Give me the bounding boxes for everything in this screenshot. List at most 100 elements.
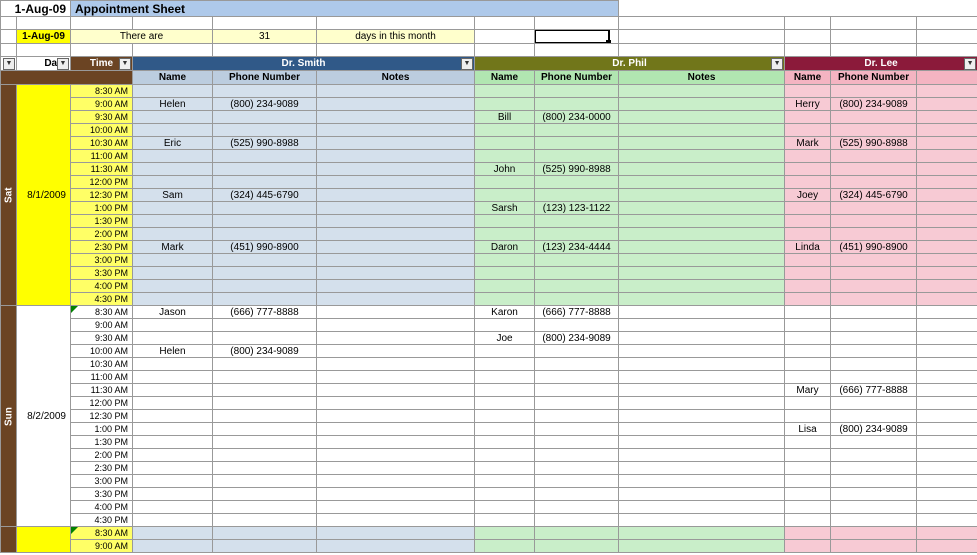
appt-phone[interactable] [535, 410, 619, 423]
appt-notes[interactable] [619, 371, 785, 384]
appt-extra[interactable] [917, 137, 977, 150]
appt-name[interactable] [785, 111, 831, 124]
appt-name[interactable] [785, 410, 831, 423]
appt-cell[interactable] [831, 527, 917, 540]
appt-notes[interactable] [619, 345, 785, 358]
appt-notes[interactable] [619, 436, 785, 449]
appt-phone[interactable] [831, 462, 917, 475]
appt-phone[interactable] [831, 397, 917, 410]
appt-phone[interactable] [831, 176, 917, 189]
appt-phone[interactable] [213, 150, 317, 163]
appt-name[interactable]: Jason [133, 306, 213, 319]
appt-phone[interactable] [213, 397, 317, 410]
appt-phone[interactable] [213, 267, 317, 280]
appt-extra[interactable] [917, 475, 977, 488]
appt-name[interactable] [133, 111, 213, 124]
appt-phone[interactable] [535, 488, 619, 501]
appt-phone[interactable] [213, 293, 317, 306]
appt-notes[interactable] [317, 358, 475, 371]
appt-name[interactable] [475, 475, 535, 488]
appt-notes[interactable] [317, 423, 475, 436]
appt-notes[interactable] [619, 397, 785, 410]
appt-name[interactable] [785, 397, 831, 410]
appt-notes[interactable] [317, 397, 475, 410]
appt-extra[interactable] [917, 163, 977, 176]
appt-phone[interactable] [213, 163, 317, 176]
appt-phone[interactable] [831, 111, 917, 124]
appt-name[interactable] [785, 449, 831, 462]
appt-name[interactable]: Joe [475, 332, 535, 345]
appt-cell[interactable] [619, 540, 785, 553]
appt-name[interactable] [475, 514, 535, 527]
appt-cell[interactable] [213, 527, 317, 540]
appt-name[interactable]: Daron [475, 241, 535, 254]
appt-phone[interactable] [831, 202, 917, 215]
appt-phone[interactable] [535, 449, 619, 462]
appt-notes[interactable] [317, 254, 475, 267]
appt-name[interactable] [133, 254, 213, 267]
appt-extra[interactable] [917, 267, 977, 280]
appt-phone[interactable] [213, 514, 317, 527]
appt-phone[interactable]: (800) 234-9089 [831, 423, 917, 436]
appt-name[interactable] [785, 150, 831, 163]
appt-cell[interactable] [785, 540, 831, 553]
appt-notes[interactable] [619, 280, 785, 293]
chevron-down-icon[interactable]: ▼ [119, 58, 131, 70]
appt-notes[interactable] [317, 501, 475, 514]
appt-name[interactable] [133, 267, 213, 280]
appt-notes[interactable] [317, 85, 475, 98]
appt-phone[interactable]: (525) 990-8988 [213, 137, 317, 150]
appt-notes[interactable] [619, 98, 785, 111]
appt-phone[interactable] [535, 514, 619, 527]
appt-name[interactable] [785, 306, 831, 319]
appt-name[interactable] [785, 436, 831, 449]
appt-phone[interactable] [535, 319, 619, 332]
appt-name[interactable] [785, 475, 831, 488]
appt-name[interactable]: Sam [133, 189, 213, 202]
appt-notes[interactable] [317, 293, 475, 306]
appt-notes[interactable] [317, 449, 475, 462]
appt-name[interactable]: Mark [133, 241, 213, 254]
appt-notes[interactable] [619, 462, 785, 475]
appt-extra[interactable] [917, 280, 977, 293]
appt-phone[interactable] [213, 488, 317, 501]
appt-notes[interactable] [619, 267, 785, 280]
appt-name[interactable]: Helen [133, 98, 213, 111]
appt-name[interactable] [785, 124, 831, 137]
appt-phone[interactable] [831, 215, 917, 228]
appt-name[interactable] [133, 215, 213, 228]
appt-name[interactable] [785, 267, 831, 280]
appt-notes[interactable] [317, 137, 475, 150]
appt-phone[interactable] [213, 280, 317, 293]
appt-phone[interactable] [213, 215, 317, 228]
appt-cell[interactable] [619, 527, 785, 540]
appt-name[interactable] [475, 124, 535, 137]
appt-name[interactable] [785, 280, 831, 293]
appt-name[interactable] [475, 462, 535, 475]
appt-extra[interactable] [917, 358, 977, 371]
appt-phone[interactable] [535, 189, 619, 202]
appt-name[interactable]: Sarsh [475, 202, 535, 215]
appt-name[interactable] [475, 176, 535, 189]
appt-name[interactable] [133, 319, 213, 332]
appt-phone[interactable] [831, 228, 917, 241]
appt-phone[interactable] [535, 98, 619, 111]
appt-name[interactable]: Joey [785, 189, 831, 202]
appt-cell[interactable] [133, 540, 213, 553]
appt-name[interactable] [785, 254, 831, 267]
doctor2-header[interactable]: Dr. Phil▼ [475, 57, 785, 71]
appt-phone[interactable] [535, 436, 619, 449]
appt-notes[interactable] [619, 228, 785, 241]
appt-notes[interactable] [619, 332, 785, 345]
appt-name[interactable] [133, 475, 213, 488]
appt-notes[interactable] [317, 228, 475, 241]
appt-cell[interactable] [317, 540, 475, 553]
appt-name[interactable] [133, 124, 213, 137]
appt-phone[interactable]: (525) 990-8988 [535, 163, 619, 176]
appt-phone[interactable] [831, 254, 917, 267]
appt-name[interactable] [475, 189, 535, 202]
appt-phone[interactable] [213, 449, 317, 462]
appt-extra[interactable] [917, 514, 977, 527]
appt-notes[interactable] [317, 163, 475, 176]
appt-extra[interactable] [917, 85, 977, 98]
